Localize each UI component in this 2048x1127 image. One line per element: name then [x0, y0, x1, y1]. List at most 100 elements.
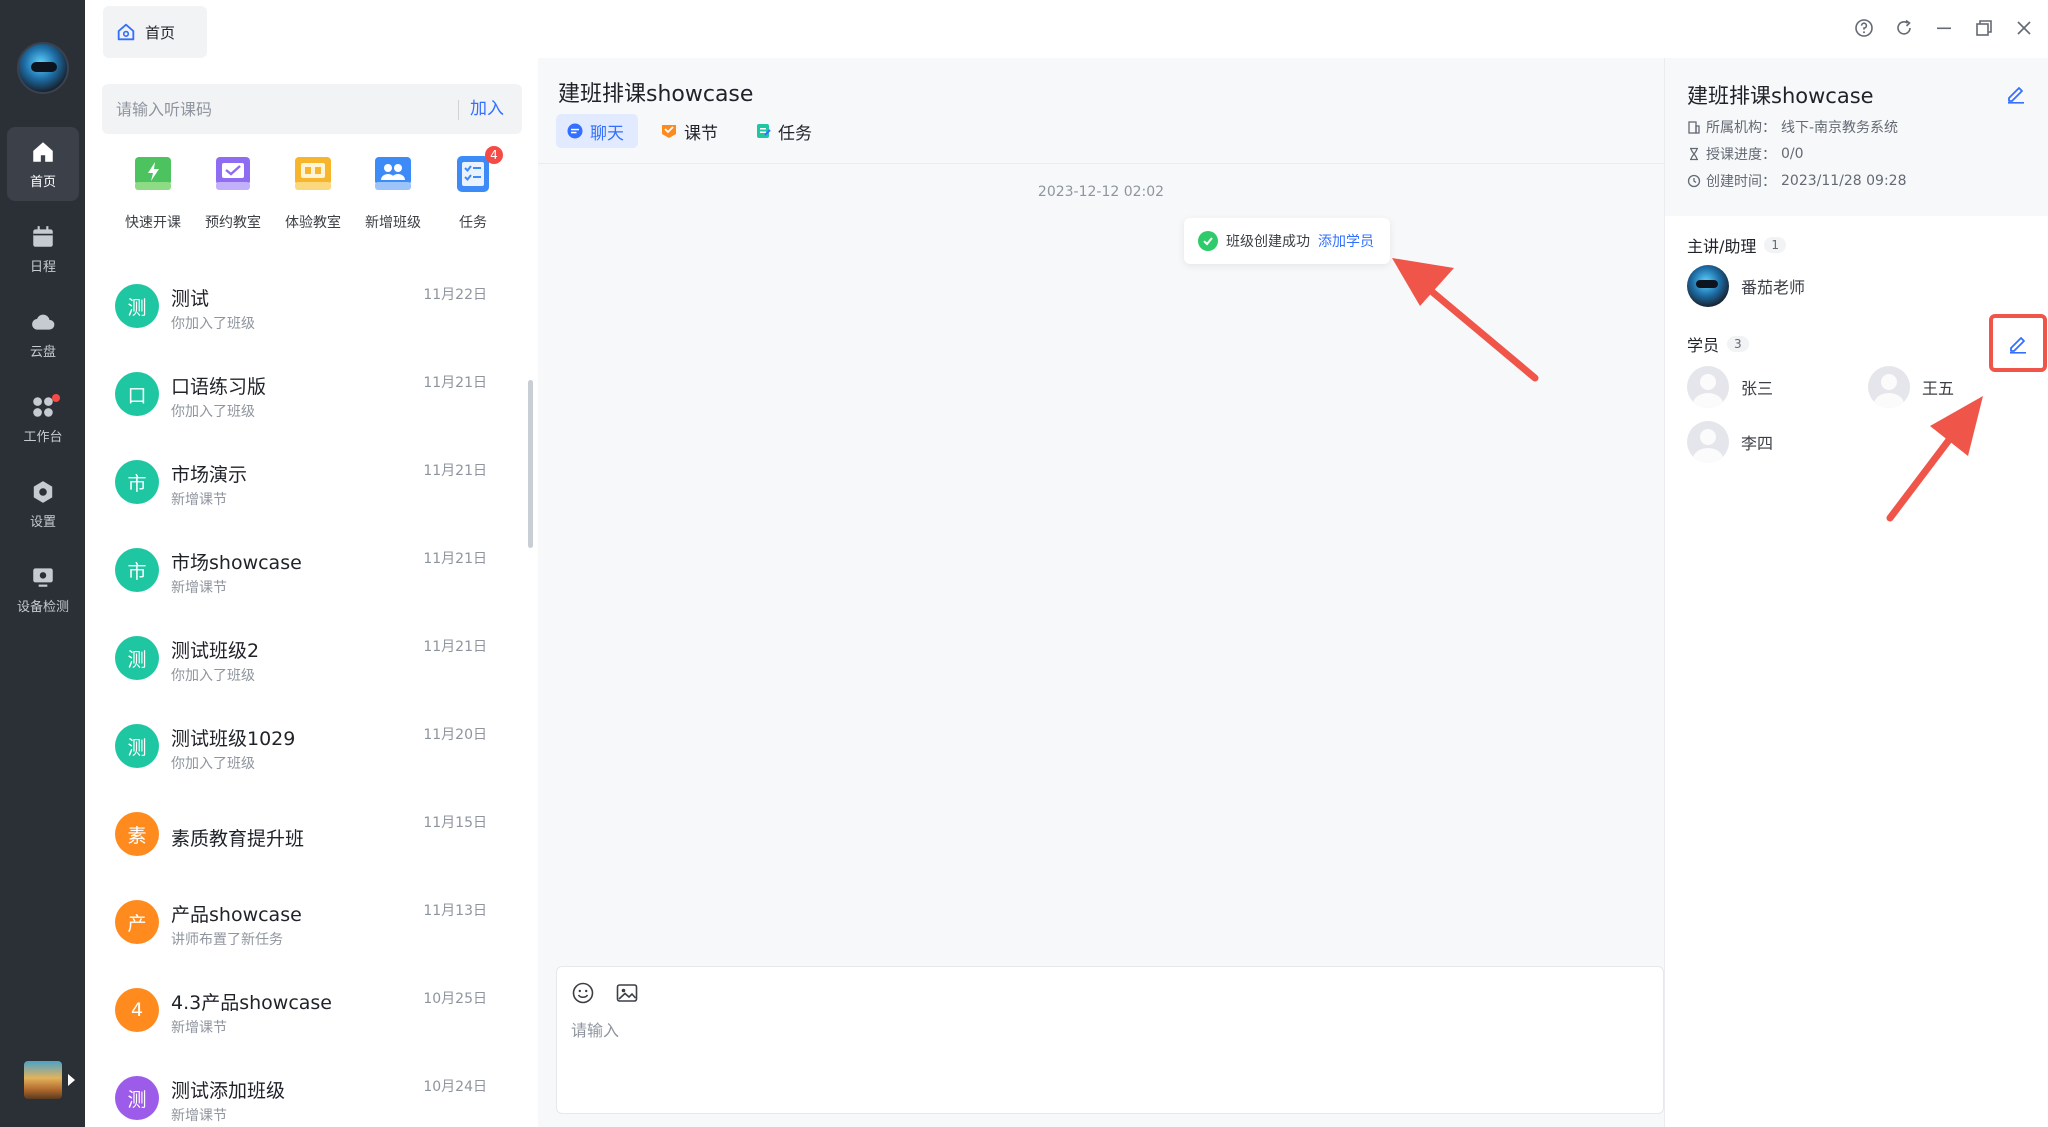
edit-class-icon[interactable]: [2005, 82, 2027, 104]
class-list-item[interactable]: 测 测试 你加入了班级 11月22日: [85, 264, 525, 352]
class-name: 测试添加班级: [171, 1080, 286, 1102]
rail-item-schedule[interactable]: 日程: [7, 212, 79, 286]
listen-code-input[interactable]: [116, 84, 446, 134]
teacher-item[interactable]: 番茄老师: [1687, 265, 1805, 307]
tab-lessons[interactable]: 课节: [650, 114, 732, 148]
app-logo: [17, 42, 69, 94]
tab-home-label: 首页: [145, 23, 176, 42]
meta-label: 所属机构：: [1706, 120, 1776, 136]
clock-icon: [1687, 174, 1701, 188]
minimize-icon[interactable]: [1934, 18, 1954, 38]
class-last-activity: 你加入了班级: [171, 756, 255, 772]
rail-item-device-check[interactable]: 设备检测: [7, 552, 79, 626]
task-doc-icon: [757, 124, 771, 138]
section-title: 学员: [1687, 336, 1720, 355]
chat-title: 建班排课showcase: [558, 82, 754, 107]
book-room-icon-wrap: [211, 152, 255, 196]
edit-students-button[interactable]: [1989, 314, 2047, 372]
student-item[interactable]: 李四: [1687, 421, 1773, 463]
class-list-item[interactable]: 市 市场演示 新增课节 11月21日: [85, 440, 525, 528]
refresh-icon[interactable]: [1894, 18, 1914, 38]
rail-item-home[interactable]: 首页: [7, 127, 79, 201]
message-input[interactable]: [571, 1017, 1631, 1097]
class-list-item[interactable]: 测 测试班级2 你加入了班级 11月21日: [85, 616, 525, 704]
window-controls: [1854, 18, 2034, 38]
class-avatar: 4: [115, 988, 159, 1032]
image-icon[interactable]: [615, 981, 639, 1005]
class-list-item[interactable]: 口 口语练习版 你加入了班级 11月21日: [85, 352, 525, 440]
system-message: 班级创建成功 添加学员: [1184, 218, 1390, 264]
device-check-icon: [33, 567, 53, 587]
class-list: 测 测试 你加入了班级 11月22日 口 口语练习版 你加入了班级 11月21日…: [85, 264, 525, 1127]
restore-icon[interactable]: [1974, 18, 1994, 38]
student-name: 李四: [1741, 434, 1774, 453]
class-avatar: 市: [115, 460, 159, 504]
help-icon[interactable]: [1854, 18, 1874, 38]
new-class-icon: [375, 157, 411, 190]
class-list-item[interactable]: 测 测试添加班级 新增课节 10月24日: [85, 1056, 525, 1127]
meta-label: 创建时间：: [1706, 174, 1776, 190]
quick-action-label: 快速开课: [125, 215, 181, 231]
class-name: 测试班级1029: [171, 728, 296, 750]
user-thumbnail[interactable]: [24, 1061, 62, 1099]
lesson-icon: [662, 125, 676, 138]
meta-value: 2023/11/28 09:28: [1781, 173, 1907, 189]
tab-label: 课节: [684, 123, 718, 144]
class-list-item[interactable]: 测 测试班级1029 你加入了班级 11月20日: [85, 704, 525, 792]
close-icon[interactable]: [2014, 18, 2034, 38]
avatar: [1687, 366, 1729, 408]
add-student-link[interactable]: 添加学员: [1318, 231, 1374, 251]
class-name: 测试班级2: [171, 640, 260, 662]
quick-action-label: 预约教室: [205, 215, 261, 231]
avatar: [1687, 265, 1729, 307]
rail-item-settings[interactable]: 设置: [7, 467, 79, 541]
rail-item-label: 首页: [29, 174, 56, 190]
avatar: [1687, 421, 1729, 463]
class-date: 11月20日: [423, 727, 487, 743]
listen-code-search: 加入: [102, 84, 522, 134]
teacher-name: 番茄老师: [1741, 278, 1806, 297]
rail-item-label: 云盘: [29, 344, 56, 360]
class-last-activity: 你加入了班级: [171, 668, 255, 684]
student-item[interactable]: 王五: [1868, 366, 1954, 408]
message-composer: [556, 966, 1664, 1114]
avatar: [1868, 366, 1910, 408]
class-list-item[interactable]: 产 产品showcase 讲师布置了新任务 11月13日: [85, 880, 525, 968]
class-date: 11月21日: [423, 639, 487, 655]
quick-action-trial-room[interactable]: 体验教室: [273, 152, 353, 232]
system-message-text: 班级创建成功: [1226, 234, 1310, 250]
emoji-icon[interactable]: [571, 981, 595, 1005]
tab-home[interactable]: 首页: [103, 6, 207, 58]
class-last-activity: 讲师布置了新任务: [171, 932, 283, 948]
cloud-icon: [32, 314, 55, 330]
meta-label: 授课进度：: [1706, 147, 1776, 163]
quick-action-quick-start[interactable]: 快速开课: [113, 152, 193, 232]
rail-item-workspace[interactable]: 工作台: [7, 382, 79, 456]
student-item[interactable]: 张三: [1687, 366, 1773, 408]
quick-action-task[interactable]: 4 任务: [433, 146, 513, 232]
tab-chat[interactable]: 聊天: [556, 114, 638, 148]
class-date: 11月22日: [423, 287, 487, 303]
quick-action-label: 体验教室: [285, 215, 341, 231]
rail-item-cloud[interactable]: 云盘: [7, 297, 79, 371]
quick-start-icon: [135, 157, 171, 190]
join-button[interactable]: 加入: [470, 84, 504, 134]
class-list-scrollbar[interactable]: [528, 380, 533, 548]
class-list-item[interactable]: 素 素质教育提升班 11月15日: [85, 792, 525, 880]
quick-action-label: 新增班级: [365, 215, 421, 231]
meta-value: 0/0: [1781, 146, 1804, 162]
quick-action-new-class[interactable]: 新增班级: [353, 152, 433, 232]
teachers-count-badge: 1: [1764, 237, 1787, 253]
class-list-item[interactable]: 4 4.3产品showcase 新增课节 10月25日: [85, 968, 525, 1056]
class-date: 11月13日: [423, 903, 487, 919]
rail-item-label: 设备检测: [16, 599, 69, 615]
quick-action-book-room[interactable]: 预约教室: [193, 152, 273, 232]
class-list-item[interactable]: 市 市场showcase 新增课节 11月21日: [85, 528, 525, 616]
new-class-icon-wrap: [371, 152, 415, 196]
expand-caret-icon[interactable]: [68, 1074, 75, 1086]
success-check-icon: [1198, 231, 1218, 251]
trial-room-icon-wrap: [291, 152, 335, 196]
tab-tasks[interactable]: 任务: [744, 114, 826, 148]
class-info-title: 建班排课showcase: [1687, 84, 1874, 108]
class-meta-org: 所属机构： 线下-南京教务系统: [1687, 117, 1898, 137]
